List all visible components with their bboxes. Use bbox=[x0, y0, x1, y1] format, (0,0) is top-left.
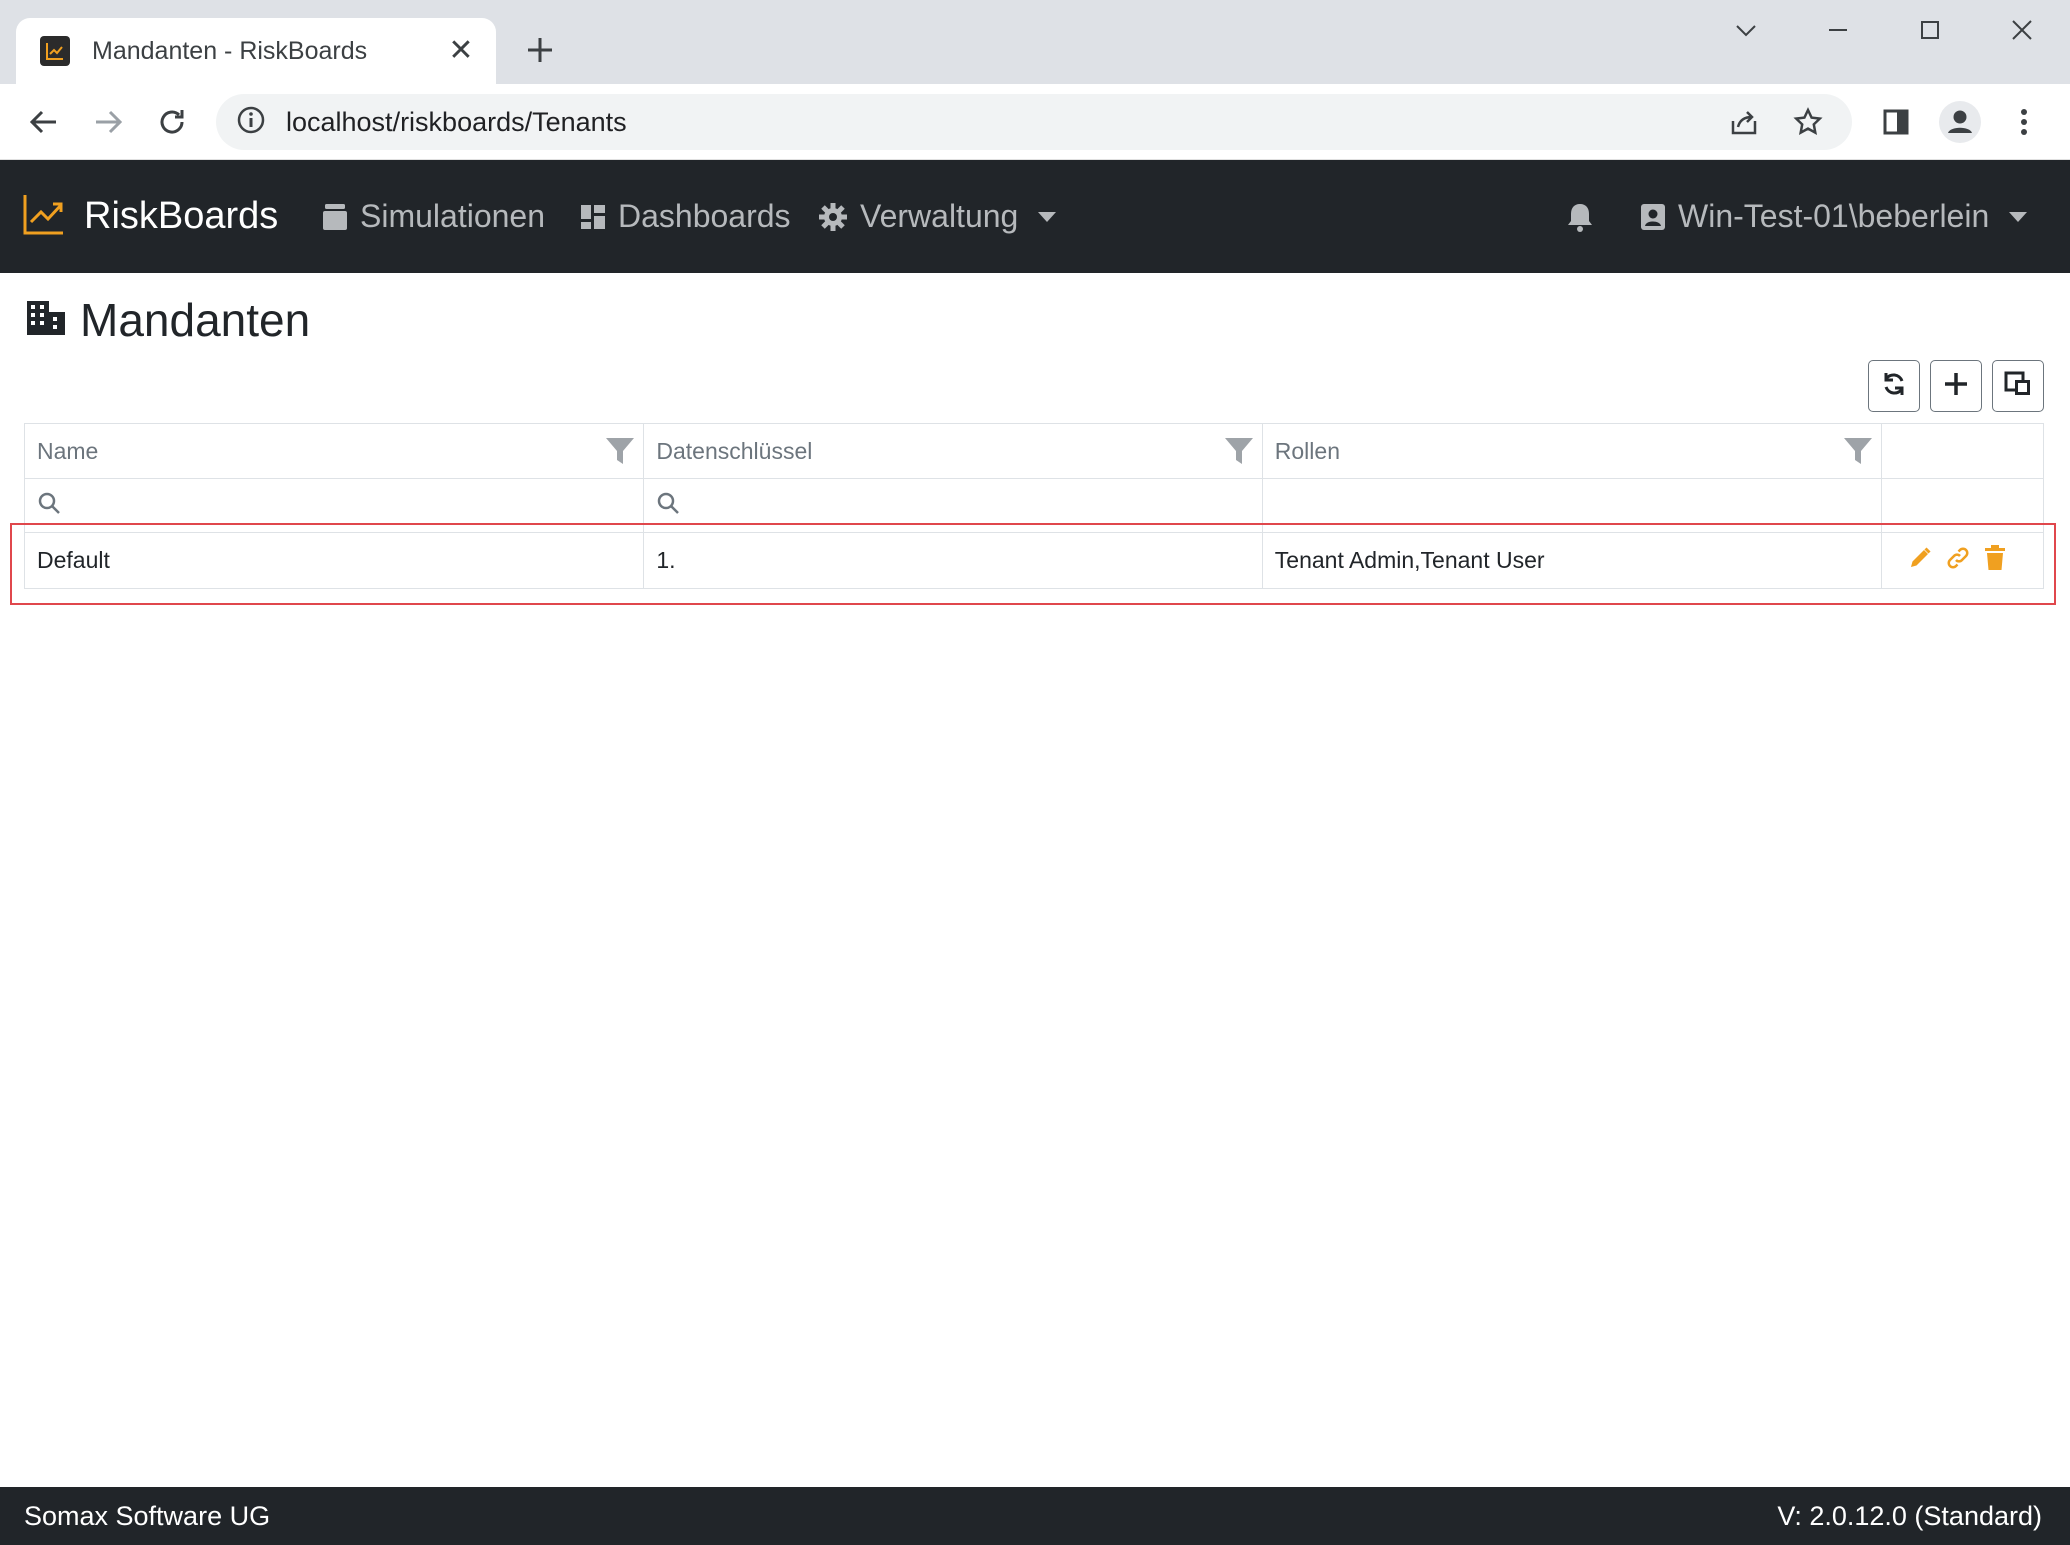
tab-search-icon[interactable] bbox=[1700, 0, 1792, 60]
nav-item-label: Dashboards bbox=[618, 198, 791, 234]
url-text: localhost/riskboards/Tenants bbox=[286, 106, 627, 137]
nav-item-label: Simulationen bbox=[360, 198, 545, 234]
notifications-bell-icon[interactable] bbox=[1566, 160, 1594, 273]
address-input[interactable]: localhost/riskboards/Tenants bbox=[216, 94, 1852, 150]
reload-icon[interactable] bbox=[148, 98, 196, 146]
column-header-rollen[interactable]: Rollen bbox=[1263, 424, 1883, 478]
copy-icon bbox=[2004, 371, 2032, 402]
riskboards-favicon-icon bbox=[40, 36, 70, 66]
profile-avatar-icon[interactable] bbox=[1936, 98, 1984, 146]
column-header-actions bbox=[1882, 424, 2043, 478]
side-panel-icon[interactable] bbox=[1872, 98, 1920, 146]
chart-line-icon bbox=[22, 192, 66, 241]
app-footer: Somax Software UG V: 2.0.12.0 (Standard) bbox=[0, 1487, 2070, 1545]
footer-version: V: 2.0.12.0 (Standard) bbox=[1777, 1500, 2042, 1531]
building-icon bbox=[26, 300, 66, 341]
app-navbar: RiskBoards Simulationen Dashboards Verwa… bbox=[0, 160, 2070, 273]
user-badge-icon bbox=[1640, 203, 1666, 231]
column-header-label: Datenschlüssel bbox=[656, 437, 813, 464]
nav-item-simulationen[interactable]: Simulationen bbox=[322, 160, 545, 273]
column-header-datenschluessel[interactable]: Datenschlüssel bbox=[644, 424, 1263, 478]
nav-item-label: Verwaltung bbox=[860, 198, 1019, 234]
export-button[interactable] bbox=[1992, 360, 2044, 412]
browser-menu-icon[interactable] bbox=[2000, 98, 2048, 146]
grid-header-row: Name Datenschlüssel Rollen bbox=[25, 424, 2043, 479]
new-tab-icon[interactable] bbox=[520, 30, 560, 70]
refresh-button[interactable] bbox=[1868, 360, 1920, 412]
database-icon bbox=[322, 202, 348, 232]
filter-icon[interactable] bbox=[605, 436, 635, 472]
browser-tab[interactable]: Mandanten - RiskBoards ✕ bbox=[16, 18, 496, 84]
column-header-label: Rollen bbox=[1274, 437, 1340, 464]
maximize-icon[interactable] bbox=[1884, 0, 1976, 60]
back-icon[interactable] bbox=[20, 98, 68, 146]
window-close-icon[interactable] bbox=[1976, 0, 2068, 60]
page-title-text: Mandanten bbox=[80, 294, 311, 346]
forward-icon[interactable] bbox=[84, 98, 132, 146]
refresh-icon bbox=[1881, 371, 1907, 402]
nav-item-verwaltung[interactable]: Verwaltung bbox=[818, 160, 1057, 273]
search-icon bbox=[656, 491, 680, 520]
dashboard-icon bbox=[580, 204, 606, 230]
filter-icon[interactable] bbox=[1224, 436, 1254, 472]
footer-company: Somax Software UG bbox=[24, 1500, 271, 1531]
add-tenant-button[interactable] bbox=[1930, 360, 1982, 412]
filter-icon[interactable] bbox=[1843, 436, 1873, 472]
browser-tab-bar: Mandanten - RiskBoards ✕ bbox=[0, 0, 2070, 84]
user-menu[interactable]: Win-Test-01\beberlein bbox=[1640, 160, 2028, 273]
tab-title: Mandanten - RiskBoards bbox=[92, 36, 368, 65]
bookmark-star-icon[interactable] bbox=[1784, 98, 1832, 146]
plus-icon bbox=[1943, 371, 1969, 402]
nav-item-dashboards[interactable]: Dashboards bbox=[580, 160, 791, 273]
gear-icon bbox=[818, 202, 848, 232]
minimize-icon[interactable] bbox=[1792, 0, 1884, 60]
brand-link[interactable]: RiskBoards bbox=[22, 160, 278, 273]
browser-address-bar: localhost/riskboards/Tenants bbox=[0, 84, 2070, 160]
search-icon bbox=[37, 491, 61, 520]
site-info-icon[interactable] bbox=[236, 105, 266, 140]
column-header-name[interactable]: Name bbox=[25, 424, 645, 478]
close-tab-icon[interactable]: ✕ bbox=[444, 34, 478, 68]
share-icon[interactable] bbox=[1720, 98, 1768, 146]
chevron-down-icon bbox=[1038, 211, 1057, 222]
column-header-label: Name bbox=[37, 437, 99, 464]
user-name: Win-Test-01\beberlein bbox=[1678, 198, 1990, 234]
row-highlight-box bbox=[10, 523, 2056, 605]
brand-name: RiskBoards bbox=[84, 195, 279, 237]
page-title: Mandanten bbox=[26, 290, 310, 350]
chevron-down-icon bbox=[2009, 211, 2028, 222]
